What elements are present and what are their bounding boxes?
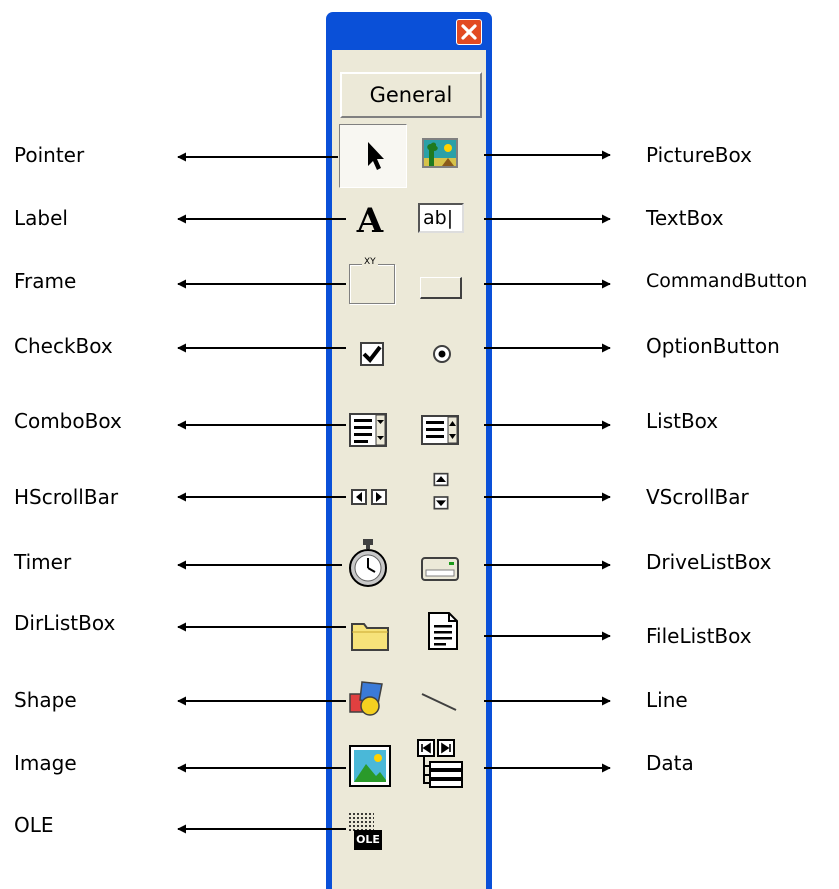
label-checkbox: CheckBox (14, 334, 113, 358)
label-label: Label (14, 206, 68, 230)
label-pointer: Pointer (14, 143, 85, 167)
label-hscrollbar: HScrollBar (14, 485, 119, 509)
label-optionbutton: OptionButton (646, 334, 780, 358)
label-frame: Frame (14, 269, 77, 293)
label-drivelistbox: DriveListBox (646, 550, 772, 574)
label-dirlistbox: DirListBox (14, 611, 116, 635)
label-vscrollbar: VScrollBar (646, 485, 749, 509)
label-filelistbox: FileListBox (646, 624, 752, 648)
label-textbox: TextBox (646, 206, 724, 230)
label-combobox: ComboBox (14, 409, 122, 433)
label-image: Image (14, 751, 77, 775)
label-picturebox: PictureBox (646, 143, 752, 167)
label-data: Data (646, 751, 694, 775)
callout-arrows (177, 150, 611, 834)
label-commandbutton: CommandButton (646, 270, 808, 292)
label-line: Line (646, 688, 688, 712)
label-timer: Timer (14, 550, 72, 574)
label-ole: OLE (14, 813, 54, 837)
label-listbox: ListBox (646, 409, 719, 433)
label-shape: Shape (14, 688, 77, 712)
